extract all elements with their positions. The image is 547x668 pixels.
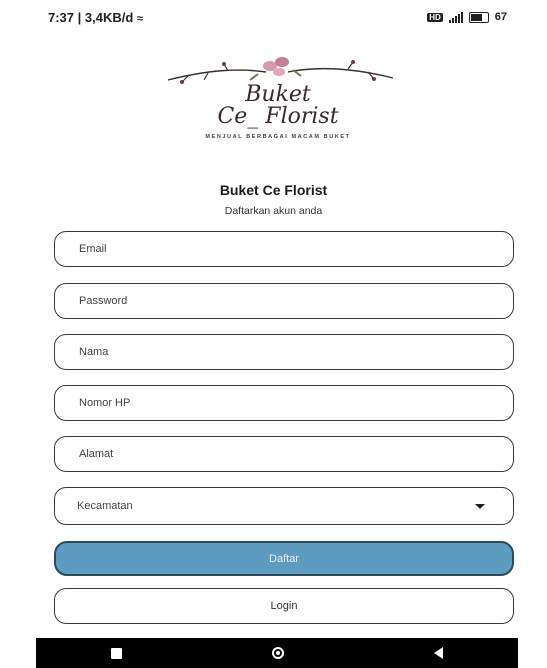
- page-subtitle: Daftarkan akun anda: [224, 205, 323, 217]
- page-title: Buket Ce Florist: [219, 182, 328, 198]
- kecamatan-dropdown[interactable]: Kecamatan: [54, 487, 514, 525]
- nama-input[interactable]: [77, 345, 513, 359]
- nfc-icon: ≈: [136, 12, 143, 25]
- password-input[interactable]: [77, 294, 513, 308]
- signal-icon: [448, 11, 463, 23]
- email-field[interactable]: [54, 231, 514, 267]
- logo-line2: Ce_ Florist: [217, 104, 339, 129]
- hd-badge: HD: [427, 12, 443, 22]
- battery-percent: 67: [494, 11, 507, 23]
- back-icon[interactable]: [434, 647, 443, 659]
- nomor-hp-field[interactable]: [54, 385, 514, 421]
- home-icon[interactable]: [272, 647, 284, 659]
- battery-icon: [468, 11, 489, 23]
- recents-icon[interactable]: [111, 647, 122, 659]
- system-nav-bar: [36, 638, 518, 668]
- logo-tagline: MENJUAL BERBAGAI MACAM BUKET: [205, 134, 351, 140]
- daftar-label: Daftar: [269, 552, 299, 565]
- status-right: HD 67: [427, 11, 507, 23]
- brand-logo: Buket Ce_ Florist MENJUAL BERBAGAI MACAM…: [148, 52, 408, 147]
- alamat-field[interactable]: [54, 436, 514, 472]
- status-left-text: 7:37 | 3,4KB/d ≈: [48, 9, 143, 25]
- alamat-input[interactable]: [77, 447, 513, 461]
- daftar-button[interactable]: Daftar: [54, 541, 514, 576]
- login-button[interactable]: Login: [54, 588, 514, 624]
- kecamatan-label: Kecamatan: [77, 500, 133, 512]
- nomor-hp-input[interactable]: [77, 396, 513, 410]
- chevron-down-icon: [475, 503, 485, 509]
- nama-field[interactable]: [54, 334, 514, 370]
- login-label: Login: [270, 600, 298, 612]
- email-input[interactable]: [77, 242, 513, 256]
- status-bar: 7:37 | 3,4KB/d ≈ HD 67: [0, 0, 547, 34]
- password-field[interactable]: [54, 283, 514, 319]
